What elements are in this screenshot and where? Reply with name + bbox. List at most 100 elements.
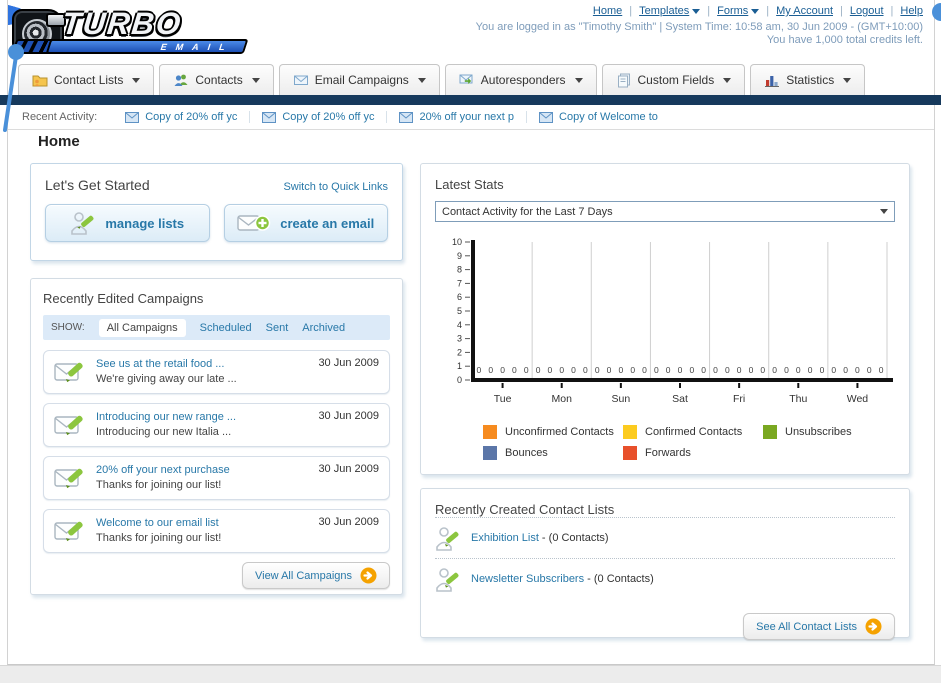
campaign-row[interactable]: Welcome to our email list Thanks for joi… [43,509,390,553]
nav-tab-contacts[interactable]: Contacts [159,64,274,95]
statistics-icon [765,76,780,87]
recent-campaigns-panel: Recently Edited Campaigns SHOW: All Camp… [30,278,403,595]
header-link-my-account[interactable]: My Account [776,5,833,17]
svg-text:Sun: Sun [612,393,631,405]
legend-item: Forwards [623,446,763,460]
caret-down-icon [251,77,260,83]
svg-text:Tue: Tue [494,393,512,405]
view-all-campaigns-button[interactable]: View All Campaigns [241,562,390,589]
svg-text:1: 1 [457,361,462,371]
svg-text:8: 8 [457,265,462,275]
contact-list-row[interactable]: Newsletter Subscribers - (0 Contacts) [435,558,895,599]
switch-quick-links[interactable]: Switch to Quick Links [283,181,388,193]
recent-activity-item[interactable]: Copy of Welcome to [526,111,670,123]
svg-text:0: 0 [749,365,754,375]
campaign-title-link[interactable]: 20% off your next purchase [96,463,308,478]
manage-lists-button[interactable]: manage lists [45,204,210,242]
svg-text:0: 0 [571,365,576,375]
header-link-help[interactable]: Help [900,5,923,17]
caret-down-icon [751,8,760,14]
svg-text:0: 0 [831,365,836,375]
recent-activity-label: Recent Activity: [22,111,98,123]
campaign-row[interactable]: See us at the retail food ... We're givi… [43,350,390,394]
get-started-panel: Let's Get Started Switch to Quick Links … [30,163,403,261]
svg-text:0: 0 [820,365,825,375]
nav-tab-email-campaigns[interactable]: Email Campaigns [278,64,440,95]
header-link-logout[interactable]: Logout [850,5,884,17]
contacts-icon [174,74,188,86]
contact-lists-icon [32,75,48,87]
main-nav: Contact Lists Contacts Email Campaigns A… [18,64,866,95]
contact-list-link[interactable]: Newsletter Subscribers [471,573,584,585]
caret-down-icon [723,77,732,83]
svg-text:0: 0 [548,365,553,375]
campaign-title-link[interactable]: Welcome to our email list [96,516,308,531]
svg-text:0: 0 [760,365,765,375]
svg-text:0: 0 [500,365,505,375]
contact-list-row[interactable]: Exhibition List - (0 Contacts) [435,517,895,558]
caret-down-icon [132,77,141,83]
separator: | [840,5,843,17]
recent-activity-item[interactable]: Copy of 20% off yc [113,111,249,123]
campaign-row[interactable]: Introducing our new range ... Introducin… [43,403,390,447]
separator: | [629,5,633,17]
arrow-circle-icon [865,618,882,635]
contact-list-count: - (0 Contacts) [584,573,654,585]
contact-list-link[interactable]: Exhibition List [471,532,539,544]
recent-activity-item[interactable]: 20% off your next p [386,111,526,123]
svg-text:3: 3 [457,334,462,344]
recent-activity-item[interactable]: Copy of 20% off yc [249,111,386,123]
svg-text:0: 0 [713,365,718,375]
svg-text:0: 0 [725,365,730,375]
legend-item: Bounces [483,446,623,460]
header-link-forms[interactable]: Forms [717,5,760,17]
select-caret-icon [880,209,888,214]
filter-all-campaigns[interactable]: All Campaigns [98,318,186,337]
envelope-icon [262,111,277,123]
campaign-list: See us at the retail food ... We're givi… [43,350,390,553]
header-link-home[interactable]: Home [593,5,622,17]
create-email-button[interactable]: create an email [223,204,388,242]
nav-tab-statistics[interactable]: Statistics [750,64,866,95]
see-all-contact-lists-button[interactable]: See All Contact Lists [743,613,895,640]
nav-tab-autoresponders[interactable]: Autoresponders [444,64,597,95]
filter-scheduled[interactable]: Scheduled [200,322,252,334]
campaign-date: 30 Jun 2009 [318,463,379,475]
footer-band [0,665,941,683]
svg-text:Thu: Thu [789,393,807,405]
logo-subtitle: EMAIL [45,39,249,54]
legend-item: Unconfirmed Contacts [483,425,623,439]
caret-down-icon [692,8,701,14]
person-pencil-icon [71,212,94,235]
stats-period-select[interactable]: Contact Activity for the Last 7 Days [435,201,895,222]
header-link-templates[interactable]: Templates [639,5,701,17]
svg-text:0: 0 [457,375,462,385]
legend-swatch-icon [623,446,637,460]
svg-text:0: 0 [678,365,683,375]
campaign-title-link[interactable]: See us at the retail food ... [96,357,308,372]
custom-fields-icon [617,73,630,88]
svg-text:0: 0 [618,365,623,375]
campaign-date: 30 Jun 2009 [318,516,379,528]
recent-activity-bar: Recent Activity: Copy of 20% off yc Copy… [8,105,934,130]
campaign-title-link[interactable]: Introducing our new range ... [96,410,308,425]
legend-label: Bounces [505,447,548,459]
envelope-icon [399,111,414,123]
email-campaigns-icon [293,75,308,85]
stats-title: Latest Stats [435,177,504,192]
legend-swatch-icon [763,425,777,439]
svg-text:0: 0 [855,365,860,375]
campaign-envelope-pencil-icon [54,415,83,436]
filter-archived[interactable]: Archived [302,322,345,334]
legend-label: Confirmed Contacts [645,426,743,438]
nav-tab-custom-fields[interactable]: Custom Fields [601,64,746,95]
svg-text:0: 0 [666,365,671,375]
svg-text:5: 5 [457,306,462,316]
svg-text:0: 0 [642,365,647,375]
caret-down-icon [843,77,852,83]
svg-text:0: 0 [524,365,529,375]
nav-tab-contact-lists[interactable]: Contact Lists [18,64,155,95]
campaign-row[interactable]: 20% off your next purchase Thanks for jo… [43,456,390,500]
filter-sent[interactable]: Sent [266,322,289,334]
svg-text:0: 0 [559,365,564,375]
